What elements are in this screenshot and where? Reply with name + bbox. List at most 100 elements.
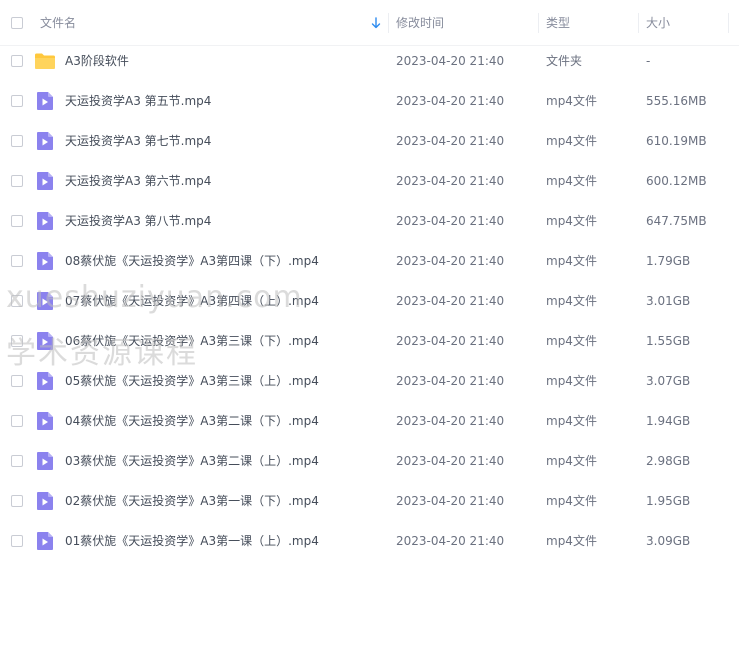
file-modified-time: 2023-04-20 21:40 — [396, 214, 505, 228]
file-row[interactable]: 05蔡伏旎《天运投资学》A3第三课（上）.mp4 2023-04-20 21:40… — [0, 361, 739, 401]
row-checkbox[interactable] — [11, 255, 23, 267]
file-type: mp4文件 — [546, 134, 597, 148]
row-checkbox[interactable] — [11, 135, 23, 147]
video-file-icon — [34, 491, 56, 511]
select-all-checkbox[interactable] — [11, 17, 23, 29]
video-file-icon — [34, 211, 56, 231]
file-row[interactable]: 01蔡伏旎《天运投资学》A3第一课（上）.mp4 2023-04-20 21:40… — [0, 521, 739, 561]
video-file-icon — [34, 371, 56, 391]
video-file-icon — [34, 91, 56, 111]
column-header-size[interactable]: 大小 — [646, 0, 670, 46]
row-checkbox[interactable] — [11, 55, 23, 67]
file-size: 1.79GB — [646, 254, 691, 268]
file-type: mp4文件 — [546, 294, 597, 308]
video-file-icon — [34, 171, 56, 191]
file-modified-time: 2023-04-20 21:40 — [396, 494, 505, 508]
row-checkbox[interactable] — [11, 335, 23, 347]
file-type: 文件夹 — [546, 54, 583, 68]
file-name[interactable]: 天运投资学A3 第八节.mp4 — [65, 201, 211, 241]
file-size: 3.09GB — [646, 534, 691, 548]
video-file-icon — [34, 291, 56, 311]
video-file-icon — [34, 131, 56, 151]
file-name[interactable]: 07蔡伏旎《天运投资学》A3第四课（上）.mp4 — [65, 281, 319, 321]
video-file-icon — [34, 411, 56, 431]
column-divider[interactable] — [388, 13, 389, 33]
file-name[interactable]: 06蔡伏旎《天运投资学》A3第三课（下）.mp4 — [65, 321, 319, 361]
file-size: - — [646, 54, 651, 68]
column-header-name[interactable]: 文件名 — [40, 0, 76, 46]
file-list: 文件名 修改时间 类型 大小 A3阶段软件 2023-04-20 21:40 文件夹… — [0, 0, 739, 654]
video-file-icon — [34, 451, 56, 471]
file-row[interactable]: 03蔡伏旎《天运投资学》A3第二课（上）.mp4 2023-04-20 21:40… — [0, 441, 739, 481]
file-modified-time: 2023-04-20 21:40 — [396, 374, 505, 388]
file-modified-time: 2023-04-20 21:40 — [396, 414, 505, 428]
column-divider[interactable] — [538, 13, 539, 33]
file-list-header: 文件名 修改时间 类型 大小 — [0, 0, 739, 46]
file-row[interactable]: 天运投资学A3 第八节.mp4 2023-04-20 21:40 mp4文件 647.… — [0, 201, 739, 241]
file-modified-time: 2023-04-20 21:40 — [396, 534, 505, 548]
file-type: mp4文件 — [546, 414, 597, 428]
video-file-icon — [34, 251, 56, 271]
file-size: 1.94GB — [646, 414, 691, 428]
file-name[interactable]: 08蔡伏旎《天运投资学》A3第四课（下）.mp4 — [65, 241, 319, 281]
file-modified-time: 2023-04-20 21:40 — [396, 454, 505, 468]
file-row[interactable]: 07蔡伏旎《天运投资学》A3第四课（上）.mp4 2023-04-20 21:40… — [0, 281, 739, 321]
sort-descending-icon[interactable] — [370, 17, 382, 29]
file-name[interactable]: 天运投资学A3 第六节.mp4 — [65, 161, 211, 201]
file-row[interactable]: 08蔡伏旎《天运投资学》A3第四课（下）.mp4 2023-04-20 21:40… — [0, 241, 739, 281]
row-checkbox[interactable] — [11, 375, 23, 387]
column-header-type[interactable]: 类型 — [546, 0, 570, 46]
file-modified-time: 2023-04-20 21:40 — [396, 334, 505, 348]
file-name[interactable]: 02蔡伏旎《天运投资学》A3第一课（下）.mp4 — [65, 481, 319, 521]
file-name[interactable]: 天运投资学A3 第五节.mp4 — [65, 81, 211, 121]
file-modified-time: 2023-04-20 21:40 — [396, 134, 505, 148]
row-checkbox[interactable] — [11, 215, 23, 227]
file-row[interactable]: 天运投资学A3 第五节.mp4 2023-04-20 21:40 mp4文件 555.… — [0, 81, 739, 121]
row-checkbox[interactable] — [11, 95, 23, 107]
row-checkbox[interactable] — [11, 175, 23, 187]
row-checkbox[interactable] — [11, 495, 23, 507]
video-file-icon — [34, 531, 56, 551]
file-row[interactable]: 天运投资学A3 第七节.mp4 2023-04-20 21:40 mp4文件 610.… — [0, 121, 739, 161]
file-type: mp4文件 — [546, 534, 597, 548]
file-row[interactable]: 02蔡伏旎《天运投资学》A3第一课（下）.mp4 2023-04-20 21:40… — [0, 481, 739, 521]
file-row[interactable]: 天运投资学A3 第六节.mp4 2023-04-20 21:40 mp4文件 600.… — [0, 161, 739, 201]
column-header-modified[interactable]: 修改时间 — [396, 0, 444, 46]
file-row[interactable]: 04蔡伏旎《天运投资学》A3第二课（下）.mp4 2023-04-20 21:40… — [0, 401, 739, 441]
file-size: 1.55GB — [646, 334, 691, 348]
file-modified-time: 2023-04-20 21:40 — [396, 254, 505, 268]
file-type: mp4文件 — [546, 254, 597, 268]
file-row[interactable]: A3阶段软件 2023-04-20 21:40 文件夹 - — [0, 41, 739, 81]
file-size: 647.75MB — [646, 214, 707, 228]
file-type: mp4文件 — [546, 494, 597, 508]
column-divider[interactable] — [728, 13, 729, 33]
file-name[interactable]: 01蔡伏旎《天运投资学》A3第一课（上）.mp4 — [65, 521, 319, 561]
video-file-icon — [34, 331, 56, 351]
row-checkbox[interactable] — [11, 295, 23, 307]
file-size: 1.95GB — [646, 494, 691, 508]
row-checkbox[interactable] — [11, 455, 23, 467]
file-size: 610.19MB — [646, 134, 707, 148]
file-size: 3.07GB — [646, 374, 691, 388]
file-name[interactable]: 天运投资学A3 第七节.mp4 — [65, 121, 211, 161]
file-modified-time: 2023-04-20 21:40 — [396, 174, 505, 188]
file-type: mp4文件 — [546, 454, 597, 468]
file-name[interactable]: 04蔡伏旎《天运投资学》A3第二课（下）.mp4 — [65, 401, 319, 441]
file-modified-time: 2023-04-20 21:40 — [396, 294, 505, 308]
folder-icon — [34, 51, 56, 71]
file-name[interactable]: 03蔡伏旎《天运投资学》A3第二课（上）.mp4 — [65, 441, 319, 481]
column-divider[interactable] — [638, 13, 639, 33]
file-name[interactable]: 05蔡伏旎《天运投资学》A3第三课（上）.mp4 — [65, 361, 319, 401]
file-type: mp4文件 — [546, 334, 597, 348]
file-size: 555.16MB — [646, 94, 707, 108]
file-row[interactable]: 06蔡伏旎《天运投资学》A3第三课（下）.mp4 2023-04-20 21:40… — [0, 321, 739, 361]
file-modified-time: 2023-04-20 21:40 — [396, 94, 505, 108]
row-checkbox[interactable] — [11, 535, 23, 547]
file-type: mp4文件 — [546, 174, 597, 188]
file-size: 2.98GB — [646, 454, 691, 468]
file-size: 3.01GB — [646, 294, 691, 308]
row-checkbox[interactable] — [11, 415, 23, 427]
file-type: mp4文件 — [546, 374, 597, 388]
file-name[interactable]: A3阶段软件 — [65, 41, 129, 81]
file-modified-time: 2023-04-20 21:40 — [396, 54, 505, 68]
